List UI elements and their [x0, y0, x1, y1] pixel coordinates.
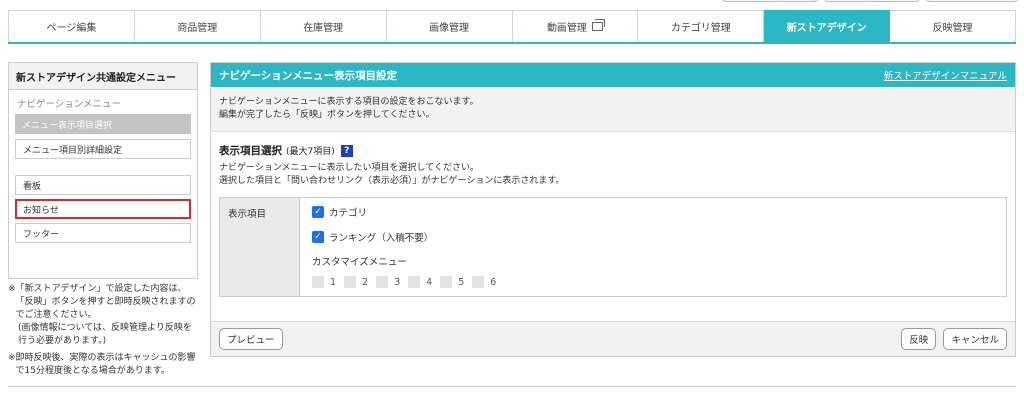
sidebar-item-footer[interactable]: フッター — [15, 223, 191, 243]
section-limit: (最大7項目) — [286, 147, 335, 157]
cancel-button[interactable]: キャンセル — [943, 328, 1007, 350]
apply-button[interactable]: 反映 — [901, 328, 937, 350]
sidebar: 新ストアデザイン共通設定メニュー ナビゲーションメニュー メニュー表示項目選択 … — [8, 62, 198, 378]
main-panel: ナビゲーションメニュー表示項目設定 新ストアデザインマニュアル ナビゲーションメ… — [210, 62, 1016, 357]
tab-category-management[interactable]: カテゴリ管理 — [638, 10, 765, 42]
checkbox-row-category[interactable]: ✓ カテゴリ — [312, 204, 1006, 220]
note-text: 即時反映後、実際の表示はキャッシュの影響で15分程度後となる場合があります。 — [15, 353, 196, 376]
checkbox-disabled[interactable] — [344, 276, 357, 288]
checkbox-disabled[interactable] — [376, 276, 389, 288]
tab-product-management[interactable]: 商品管理 — [134, 10, 261, 42]
tab-label: ページ編集 — [46, 23, 97, 34]
help-icon[interactable]: ? — [340, 144, 353, 157]
tab-inventory-management[interactable]: 在庫管理 — [260, 10, 387, 42]
section-heading: 表示項目選択 (最大7項目) ? — [219, 143, 1007, 158]
external-window-icon — [591, 19, 605, 31]
tab-page-edit[interactable]: ページ編集 — [8, 10, 135, 42]
panel-title: ナビゲーションメニュー表示項目設定 — [219, 69, 397, 82]
checkbox-disabled[interactable] — [312, 276, 324, 288]
intro-text: ナビゲーションメニューに表示する項目の設定をおこないます。 編集が完了したら「反… — [211, 87, 1015, 132]
footer-actions: 反映 キャンセル — [897, 328, 1007, 350]
main-tabs: ページ編集 商品管理 在庫管理 画像管理 動画管理 カテゴリ管理 新ストアデザイ… — [8, 10, 1016, 44]
custom-menu-option-6[interactable]: 6 — [472, 276, 496, 288]
tab-new-store-design[interactable]: 新ストアデザイン — [764, 10, 891, 42]
checkbox-disabled[interactable] — [408, 276, 421, 288]
sidebar-title: 新ストアデザイン共通設定メニュー — [8, 62, 198, 90]
option-number: 5 — [458, 276, 465, 288]
checkbox-label: カテゴリ — [329, 208, 368, 219]
sidebar-group-label: ナビゲーションメニュー — [17, 99, 122, 110]
preview-button[interactable]: プレビュー — [219, 328, 283, 350]
tab-label: カテゴリ管理 — [670, 23, 731, 34]
tab-label: 画像管理 — [429, 23, 470, 34]
custom-menu-options: 1 2 3 4 5 6 — [312, 276, 1006, 288]
sidebar-item-signboard[interactable]: 看板 — [15, 175, 191, 195]
sidebar-menu: ナビゲーションメニュー メニュー表示項目選択 メニュー項目別詳細設定 看板 お知… — [8, 90, 198, 279]
top-button-stub — [722, 0, 818, 2]
custom-menu-option-3[interactable]: 3 — [376, 276, 400, 288]
panel-header: ナビゲーションメニュー表示項目設定 新ストアデザインマニュアル — [211, 63, 1015, 87]
note-mark: ※ — [8, 284, 16, 294]
intro-line: 編集が完了したら「反映」ボタンを押してください。 — [219, 110, 435, 120]
note-text: (画像情報については、反映管理より反映を行う必要があります。) — [18, 323, 192, 346]
note: ※ 即時反映後、実際の表示はキャッシュの影響で15分程度後となる場合があります。 — [8, 352, 198, 378]
description-line: ナビゲーションメニューに表示したい項目を選択してください。 — [219, 163, 480, 173]
custom-menu-option-4[interactable]: 4 — [408, 276, 432, 288]
section-title: 表示項目選択 — [219, 145, 282, 157]
sidebar-item-menu-detail-settings[interactable]: メニュー項目別詳細設定 — [15, 139, 191, 159]
tab-label: 動画管理 — [546, 23, 587, 34]
form-values: ✓ カテゴリ ✓ ランキング（入稿不要） カスタマイズメニュー 1 2 3 4 … — [300, 198, 1006, 296]
tab-publish-management[interactable]: 反映管理 — [890, 10, 1016, 42]
option-number: 3 — [394, 276, 401, 288]
note: ※ 「新ストアデザイン」で設定した内容は、「反映」ボタンを押すと即時反映されますの… — [8, 283, 198, 322]
tab-label: 在庫管理 — [303, 23, 344, 34]
top-button-stub — [926, 0, 1018, 2]
display-items-form: 表示項目 ✓ カテゴリ ✓ ランキング（入稿不要） カスタマイズメニュー 1 2… — [219, 197, 1007, 297]
checkbox-label: ランキング（入稿不要） — [329, 233, 434, 244]
note: (画像情報については、反映管理より反映を行う必要があります。) — [8, 322, 198, 348]
custom-menu-option-1[interactable]: 1 — [312, 276, 336, 288]
custom-menu-option-5[interactable]: 5 — [440, 276, 464, 288]
divider — [8, 386, 1016, 387]
form-label: 表示項目 — [220, 198, 300, 296]
custom-menu-label: カスタマイズメニュー — [312, 257, 407, 268]
tab-label: 商品管理 — [177, 23, 218, 34]
panel-footer: プレビュー 反映 キャンセル — [211, 321, 1015, 356]
description-line: 選択した項目と「問い合わせリンク（表示必須）」がナビゲーションに表示されます。 — [219, 176, 565, 186]
option-number: 4 — [426, 276, 433, 288]
display-items-section: 表示項目選択 (最大7項目) ? ナビゲーションメニューに表示したい項目を選択し… — [211, 143, 1015, 297]
tab-video-management[interactable]: 動画管理 — [512, 10, 639, 42]
sidebar-item-menu-display-selection[interactable]: メニュー表示項目選択 — [15, 114, 191, 134]
tab-label: 反映管理 — [932, 23, 973, 34]
sidebar-item-news[interactable]: お知らせ — [15, 199, 191, 219]
checkbox-checked-icon[interactable]: ✓ — [312, 206, 324, 218]
custom-menu-option-2[interactable]: 2 — [344, 276, 368, 288]
tab-label: 新ストアデザイン — [786, 23, 867, 34]
checkbox-row-ranking[interactable]: ✓ ランキング（入稿不要） — [312, 229, 1006, 245]
tab-image-management[interactable]: 画像管理 — [386, 10, 513, 42]
top-button-stub — [824, 0, 920, 2]
checkbox-checked-icon[interactable]: ✓ — [312, 231, 324, 243]
section-description: ナビゲーションメニューに表示したい項目を選択してください。 選択した項目と「問い… — [219, 162, 1007, 188]
option-number: 2 — [362, 276, 369, 288]
note-mark: ※ — [8, 353, 16, 363]
checkbox-disabled[interactable] — [440, 276, 453, 288]
checkbox-disabled[interactable] — [472, 276, 485, 288]
manual-link[interactable]: 新ストアデザインマニュアル — [884, 68, 1007, 82]
note-text: 「新ストアデザイン」で設定した内容は、「反映」ボタンを押すと即時反映されますので… — [15, 284, 196, 320]
intro-line: ナビゲーションメニューに表示する項目の設定をおこないます。 — [219, 97, 479, 107]
option-number: 6 — [490, 276, 497, 288]
option-number: 1 — [330, 276, 337, 288]
sidebar-notes: ※ 「新ストアデザイン」で設定した内容は、「反映」ボタンを押すと即時反映されますの… — [8, 283, 198, 378]
